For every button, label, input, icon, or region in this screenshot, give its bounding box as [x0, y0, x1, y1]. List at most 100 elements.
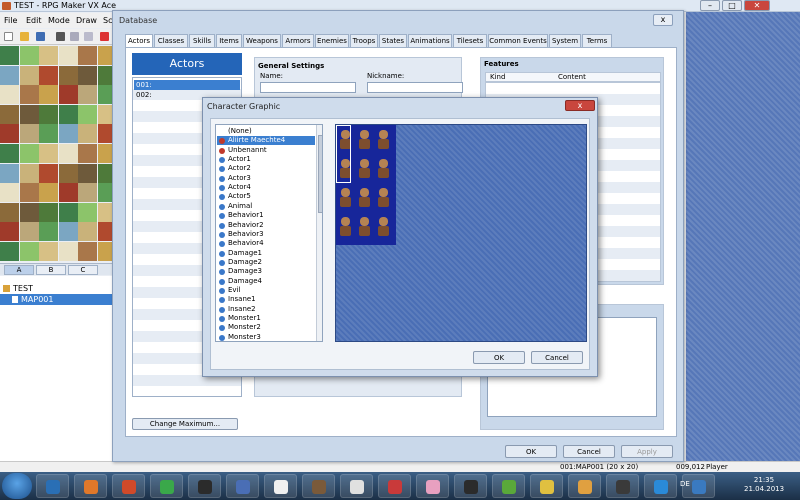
tile[interactable] [78, 183, 98, 203]
menu-file[interactable]: File [4, 16, 17, 25]
taskbar-app[interactable] [530, 474, 563, 498]
name-field[interactable] [260, 82, 356, 93]
taskbar-app[interactable] [302, 474, 335, 498]
tile[interactable] [78, 46, 98, 65]
tab-tilesets[interactable]: Tilesets [453, 34, 487, 47]
graphic-list-item[interactable]: Monster1 [217, 314, 315, 323]
tile[interactable] [78, 144, 98, 163]
tile[interactable] [0, 183, 19, 203]
graphic-list-item[interactable]: Monster2 [217, 323, 315, 332]
minimize-button[interactable]: – [700, 0, 720, 11]
tile[interactable] [39, 46, 59, 65]
database-ok-button[interactable]: OK [505, 445, 557, 458]
taskbar-app[interactable] [492, 474, 525, 498]
tile[interactable] [0, 65, 19, 85]
actor-row[interactable]: 001: [134, 80, 240, 90]
tab-actors[interactable]: Actors [125, 34, 153, 48]
tile[interactable] [0, 222, 19, 242]
tab-animations[interactable]: Animations [408, 34, 452, 47]
graphic-list-item[interactable]: Insane2 [217, 305, 315, 314]
cut-icon[interactable] [56, 32, 65, 41]
graphic-list-item[interactable]: Behavior3 [217, 230, 315, 239]
tile[interactable] [0, 124, 19, 144]
tab-common-events[interactable]: Common Events [488, 34, 548, 47]
tile[interactable] [39, 65, 59, 85]
tile[interactable] [78, 65, 98, 85]
tab-skills[interactable]: Skills [189, 34, 215, 47]
tile[interactable] [0, 163, 19, 183]
graphic-list-item[interactable]: Monster3 [217, 333, 315, 341]
tile[interactable] [39, 144, 59, 163]
copy-icon[interactable] [70, 32, 79, 41]
graphic-list-item[interactable]: Actor2 [217, 164, 315, 173]
tile[interactable] [0, 46, 19, 65]
tile[interactable] [39, 183, 59, 203]
taskbar-app[interactable] [112, 474, 145, 498]
graphic-list-item[interactable]: Evil [217, 286, 315, 295]
database-cancel-button[interactable]: Cancel [563, 445, 615, 458]
taskbar-app[interactable] [188, 474, 221, 498]
tile[interactable] [39, 104, 59, 124]
tile[interactable] [39, 242, 59, 261]
tile[interactable] [58, 183, 78, 203]
tile[interactable] [19, 46, 39, 65]
taskbar-app[interactable] [378, 474, 411, 498]
tile[interactable] [19, 183, 39, 203]
tab-items[interactable]: Items [216, 34, 242, 47]
graphic-list-scrollbar[interactable] [316, 125, 322, 341]
taskbar-app[interactable] [150, 474, 183, 498]
change-maximum-button[interactable]: Change Maximum... [132, 418, 238, 430]
taskbar-app[interactable] [416, 474, 449, 498]
map-canvas[interactable] [686, 12, 800, 461]
tile[interactable] [58, 85, 78, 105]
tile[interactable] [0, 144, 19, 163]
taskbar-app[interactable] [568, 474, 601, 498]
graphic-list-item[interactable]: Actor5 [217, 192, 315, 201]
tab-weapons[interactable]: Weapons [243, 34, 281, 47]
graphic-list-item[interactable]: (None) [217, 127, 315, 136]
tile[interactable] [58, 104, 78, 124]
tile[interactable] [0, 242, 19, 261]
tab-troops[interactable]: Troops [350, 34, 378, 47]
paste-icon[interactable] [84, 32, 93, 41]
tab-enemies[interactable]: Enemies [315, 34, 349, 47]
tab-states[interactable]: States [379, 34, 407, 47]
graphic-list-item[interactable]: Damage1 [217, 249, 315, 258]
tile[interactable] [58, 124, 78, 144]
graphic-list-item[interactable]: Actor1 [217, 155, 315, 164]
tile[interactable] [78, 202, 98, 222]
taskbar-app[interactable] [226, 474, 259, 498]
tile[interactable] [39, 124, 59, 144]
tile[interactable] [19, 124, 39, 144]
tile[interactable] [78, 242, 98, 261]
tile[interactable] [19, 163, 39, 183]
graphic-preview[interactable] [335, 124, 587, 342]
save-icon[interactable] [36, 32, 45, 41]
tile[interactable] [19, 144, 39, 163]
graphic-list-item[interactable]: Animal [217, 202, 315, 211]
graphic-list-item[interactable]: Actor3 [217, 174, 315, 183]
tile[interactable] [19, 242, 39, 261]
tree-project[interactable]: TEST [3, 283, 115, 294]
clock[interactable]: 21:35 21.04.2013 [744, 476, 784, 494]
tab-tileset-c[interactable]: C [68, 265, 98, 275]
graphic-list-item[interactable]: Aliirte Maechte4 [217, 136, 315, 146]
tile[interactable] [39, 163, 59, 183]
taskbar-app[interactable] [36, 474, 69, 498]
tile[interactable] [0, 104, 19, 124]
tab-classes[interactable]: Classes [154, 34, 188, 47]
graphic-list-item[interactable]: Damage3 [217, 267, 315, 276]
tab-tileset-a[interactable]: A [4, 265, 34, 275]
tile[interactable] [0, 202, 19, 222]
tab-tileset-b[interactable]: B [36, 265, 66, 275]
tile[interactable] [78, 222, 98, 242]
tile[interactable] [39, 202, 59, 222]
tile[interactable] [58, 202, 78, 222]
database-close-button[interactable]: x [653, 14, 673, 26]
menu-mode[interactable]: Mode [48, 16, 70, 25]
tile[interactable] [58, 222, 78, 242]
taskbar-app[interactable] [454, 474, 487, 498]
character-graphic-close-button[interactable]: x [565, 100, 595, 111]
graphic-list-item[interactable]: Behavior1 [217, 211, 315, 220]
tile[interactable] [19, 104, 39, 124]
